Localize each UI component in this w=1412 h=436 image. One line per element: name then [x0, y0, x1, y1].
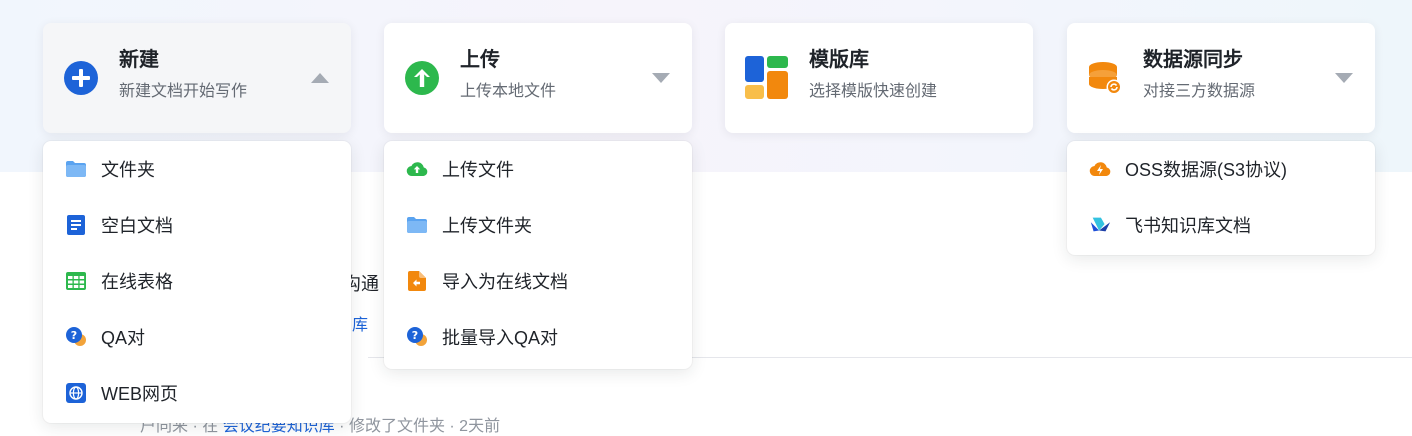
menu-item-label: 空白文档	[101, 216, 173, 236]
new-card-title: 新建	[119, 49, 159, 71]
menu-item-label: 上传文件	[442, 160, 514, 180]
menu-item-label: QA对	[101, 328, 146, 348]
datasource-card-title: 数据源同步	[1143, 49, 1243, 71]
new-card-subtitle: 新建文档开始写作	[119, 83, 248, 100]
oss-icon	[1089, 158, 1111, 180]
menu-item-label: 飞书知识库文档	[1125, 216, 1251, 236]
import-icon	[406, 270, 428, 292]
feishu-icon	[1089, 214, 1111, 236]
menu-item-feishu[interactable]: 飞书知识库文档	[1067, 197, 1375, 253]
menu-item-label: 上传文件夹	[442, 216, 532, 236]
templates-card-subtitle: 选择模版快速创建	[809, 83, 938, 100]
templates-card[interactable]: 模版库 选择模版快速创建	[725, 23, 1033, 133]
folder-icon	[406, 214, 428, 236]
menu-item-label: OSS数据源(S3协议)	[1125, 160, 1288, 180]
upload-card-title: 上传	[460, 49, 500, 71]
chevron-down-icon[interactable]	[1335, 73, 1353, 83]
menu-item-blank-doc[interactable]: 空白文档	[43, 197, 351, 253]
spreadsheet-icon	[65, 270, 87, 292]
qa-icon: ?	[65, 326, 87, 348]
menu-item-label: 在线表格	[101, 272, 173, 292]
menu-item-label: 批量导入QA对	[442, 328, 559, 348]
datasource-menu: OSS数据源(S3协议) 飞书知识库文档	[1067, 141, 1375, 255]
qa-icon: ?	[406, 326, 428, 348]
upload-circle-icon	[404, 60, 440, 96]
chevron-up-icon[interactable]	[311, 73, 329, 83]
menu-item-label: WEB网页	[101, 384, 179, 404]
background-partial-link[interactable]: 库	[352, 311, 368, 335]
folder-icon	[65, 158, 87, 180]
menu-item-folder[interactable]: 文件夹	[43, 141, 351, 197]
menu-item-label: 文件夹	[101, 160, 155, 180]
page: 沟通 库 户同来 · 在 会议纪要知识库 · 修改了文件夹 · 2天前 新建 新…	[0, 0, 1412, 436]
menu-item-oss[interactable]: OSS数据源(S3协议)	[1067, 141, 1375, 197]
upload-card-subtitle: 上传本地文件	[460, 83, 557, 100]
svg-text:?: ?	[412, 329, 418, 342]
menu-item-qa[interactable]: ? QA对	[43, 309, 351, 365]
new-card[interactable]: 新建 新建文档开始写作	[43, 23, 351, 133]
datasource-card-subtitle: 对接三方数据源	[1143, 83, 1256, 100]
menu-item-upload-folder[interactable]: 上传文件夹	[384, 197, 692, 253]
new-menu: 文件夹 空白文档 在线表格 ? QA对 WEB网页	[43, 141, 351, 423]
activity-action: · 修改了文件夹	[339, 418, 445, 435]
database-sync-icon	[1087, 60, 1123, 96]
document-icon	[65, 214, 87, 236]
templates-card-title: 模版库	[809, 49, 869, 71]
svg-text:?: ?	[71, 329, 77, 342]
menu-item-import-doc[interactable]: 导入为在线文档	[384, 253, 692, 309]
plus-circle-icon	[63, 60, 99, 96]
datasource-card[interactable]: 数据源同步 对接三方数据源	[1067, 23, 1375, 133]
menu-item-batch-qa[interactable]: ? 批量导入QA对	[384, 309, 692, 365]
chevron-down-icon[interactable]	[652, 73, 670, 83]
upload-card[interactable]: 上传 上传本地文件	[384, 23, 692, 133]
menu-item-spreadsheet[interactable]: 在线表格	[43, 253, 351, 309]
menu-item-web[interactable]: WEB网页	[43, 365, 351, 421]
upload-menu: 上传文件 上传文件夹 导入为在线文档 ? 批量导入QA对	[384, 141, 692, 369]
template-grid-icon	[745, 56, 789, 100]
cloud-upload-icon	[406, 158, 428, 180]
menu-item-label: 导入为在线文档	[442, 272, 568, 292]
menu-item-upload-file[interactable]: 上传文件	[384, 141, 692, 197]
activity-time: · 2天前	[449, 418, 501, 435]
globe-icon	[65, 382, 87, 404]
